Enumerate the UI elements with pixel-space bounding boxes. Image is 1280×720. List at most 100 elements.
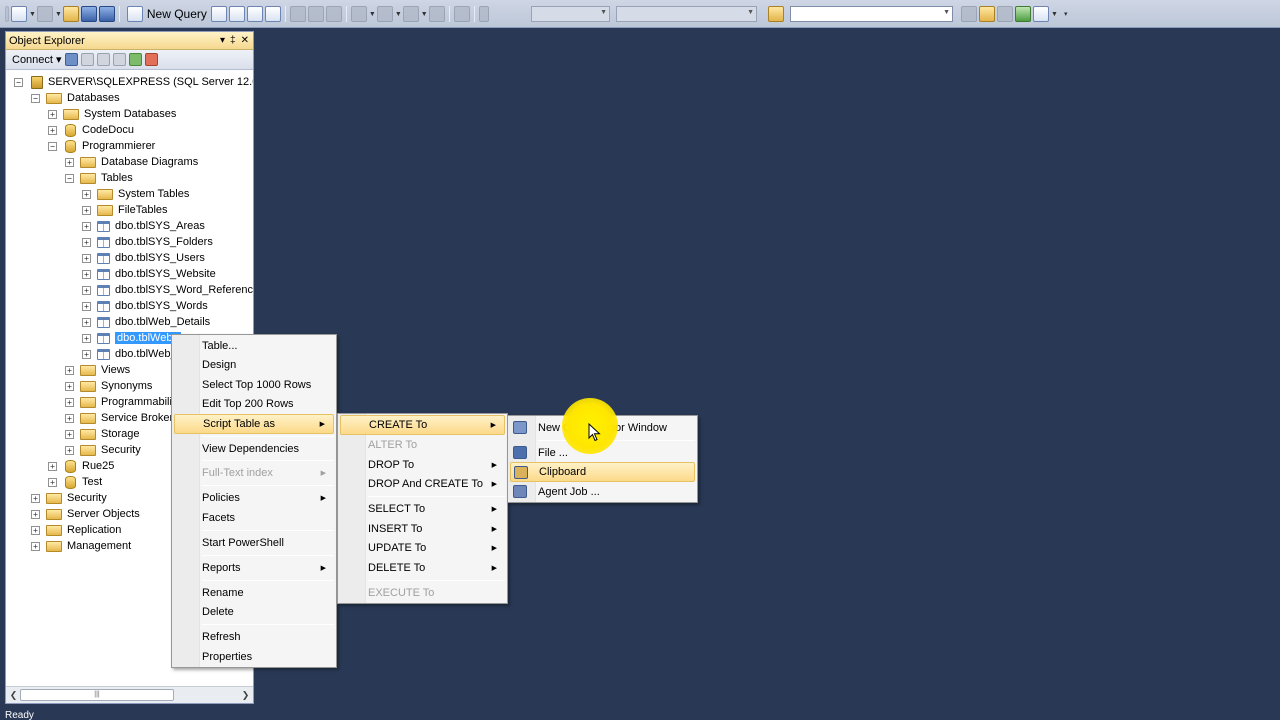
disconnect-icon[interactable]: [80, 53, 94, 66]
tree-node[interactable]: + System Databases: [48, 106, 176, 122]
script-submenu-item[interactable]: CREATE To ▶: [340, 415, 505, 435]
context-menu-item[interactable]: Start PowerShell: [174, 533, 334, 553]
context-menu-item[interactable]: Script Table as ▶: [174, 414, 334, 434]
filter-icon[interactable]: [112, 53, 126, 66]
context-menu-item[interactable]: Edit Top 200 Rows: [174, 394, 334, 414]
tree-node[interactable]: − SERVER\SQLEXPRESS (SQL Server 12.0.5203…: [14, 74, 253, 90]
dropdown-arrow-icon[interactable]: ▼: [369, 11, 376, 18]
registered-servers-icon[interactable]: [1015, 6, 1031, 22]
paste-icon[interactable]: [325, 6, 342, 22]
expand-icon[interactable]: +: [31, 541, 40, 551]
toolbar-overflow-icon[interactable]: ▾: [1064, 10, 1068, 18]
tree-node[interactable]: + CodeDocu: [48, 122, 134, 138]
find-combo-input[interactable]: ▼: [790, 6, 953, 22]
tree-node[interactable]: + Server Objects: [31, 506, 140, 522]
context-menu-item[interactable]: Delete: [174, 602, 334, 622]
mdx-query-icon[interactable]: [246, 6, 263, 22]
solution-platform-dropdown[interactable]: ▼: [616, 6, 757, 22]
script-submenu-item[interactable]: DROP To ▶: [340, 455, 505, 475]
solution-explorer-icon[interactable]: [961, 6, 977, 22]
tree-node[interactable]: + dbo.tblWeb_Details: [82, 314, 210, 330]
script-submenu-item[interactable]: UPDATE To ▶: [340, 538, 505, 558]
context-menu-item[interactable]: Rename: [174, 583, 334, 603]
context-menu-item[interactable]: Select Top 1000 Rows: [174, 375, 334, 395]
expand-icon[interactable]: +: [82, 269, 91, 279]
auto-hide-pin-icon[interactable]: ‡: [230, 35, 236, 46]
tree-node[interactable]: + dbo.tblSYS_Areas: [82, 218, 205, 234]
tree-node[interactable]: + Management: [31, 538, 131, 554]
tree-node[interactable]: + dbo.tblWeb_: [82, 330, 181, 346]
stop-icon[interactable]: [96, 53, 110, 66]
toolbox-icon[interactable]: [997, 6, 1013, 22]
screen-icon[interactable]: [453, 6, 470, 22]
tree-node[interactable]: + Test: [48, 474, 102, 490]
expand-icon[interactable]: +: [82, 333, 91, 343]
scroll-left-icon[interactable]: ❮: [7, 689, 20, 702]
add-item-icon[interactable]: [36, 6, 53, 22]
expand-icon[interactable]: +: [82, 253, 91, 263]
expand-icon[interactable]: +: [31, 509, 40, 519]
expand-icon[interactable]: +: [82, 237, 91, 247]
context-menu-item[interactable]: Design: [174, 355, 334, 375]
database-engine-query-icon[interactable]: [210, 6, 227, 22]
tree-node[interactable]: + Synonyms: [65, 378, 152, 394]
expand-icon[interactable]: +: [65, 157, 74, 167]
tree-node[interactable]: + Rue25: [48, 458, 114, 474]
new-query-button[interactable]: New Query: [123, 6, 210, 22]
navigate-forward-icon[interactable]: [428, 6, 445, 22]
tree-node[interactable]: + System Tables: [82, 186, 189, 202]
expand-icon[interactable]: +: [82, 205, 91, 215]
connect-button[interactable]: Connect ▾: [12, 53, 62, 66]
properties-window-icon[interactable]: [979, 6, 995, 22]
solution-config-dropdown[interactable]: ▼: [531, 6, 610, 22]
tree-node[interactable]: − Tables: [65, 170, 133, 186]
expand-icon[interactable]: +: [48, 461, 57, 471]
expand-icon[interactable]: +: [65, 429, 74, 439]
dropdown-arrow-icon[interactable]: ▼: [1051, 11, 1058, 18]
copy-icon[interactable]: [307, 6, 324, 22]
context-menu-item[interactable]: Facets: [174, 508, 334, 528]
new-project-icon[interactable]: [11, 6, 27, 22]
expand-icon[interactable]: +: [82, 317, 91, 327]
script-submenu-item[interactable]: DROP And CREATE To ▶: [340, 474, 505, 494]
context-menu-item[interactable]: Refresh: [174, 627, 334, 647]
tree-node[interactable]: + dbo.tblSYS_Word_References: [82, 282, 253, 298]
tree-node[interactable]: + Views: [65, 362, 130, 378]
xmla-query-icon[interactable]: [264, 6, 281, 22]
dropdown-arrow-icon[interactable]: ▼: [395, 11, 402, 18]
expand-icon[interactable]: +: [65, 445, 74, 455]
context-menu-item[interactable]: Properties: [174, 647, 334, 667]
script-submenu-item[interactable]: SELECT To ▶: [340, 499, 505, 519]
tree-node[interactable]: + dbo.tblSYS_Users: [82, 250, 205, 266]
scrollbar-thumb[interactable]: |||: [20, 689, 174, 701]
expand-icon[interactable]: +: [48, 109, 57, 119]
tree-node[interactable]: + Programmabilit: [65, 394, 175, 410]
tree-node[interactable]: + dbo.tblSYS_Folders: [82, 234, 213, 250]
expand-icon[interactable]: +: [65, 381, 74, 391]
context-menu-item[interactable]: Policies ▶: [174, 488, 334, 508]
tree-node[interactable]: + dbo.tblWeb_: [82, 346, 177, 362]
expand-icon[interactable]: +: [82, 189, 91, 199]
undo-icon[interactable]: [350, 6, 367, 22]
script-submenu-item[interactable]: INSERT To ▶: [340, 519, 505, 539]
template-explorer-icon[interactable]: [1033, 6, 1049, 22]
context-menu-item[interactable]: View Dependencies: [174, 439, 334, 459]
expand-icon[interactable]: +: [82, 285, 91, 295]
create-submenu-item[interactable]: Clipboard: [510, 462, 695, 482]
horizontal-scrollbar[interactable]: ❮ ||| ❯: [6, 686, 253, 703]
tree-node[interactable]: + Storage: [65, 426, 140, 442]
tree-node[interactable]: + Service Broker: [65, 410, 173, 426]
find-in-files-icon[interactable]: [768, 6, 784, 22]
collapse-icon[interactable]: −: [14, 77, 23, 87]
tree-node[interactable]: + Database Diagrams: [65, 154, 198, 170]
scroll-right-icon[interactable]: ❯: [239, 689, 252, 702]
window-position-icon[interactable]: ▾: [220, 35, 225, 46]
save-icon[interactable]: [80, 6, 97, 22]
tree-node[interactable]: + dbo.tblSYS_Website: [82, 266, 216, 282]
navigate-backward-icon[interactable]: [402, 6, 419, 22]
tree-node[interactable]: + dbo.tblSYS_Words: [82, 298, 208, 314]
collapse-icon[interactable]: −: [31, 93, 40, 103]
expand-icon[interactable]: +: [31, 525, 40, 535]
tree-node[interactable]: + Security: [65, 442, 141, 458]
context-menu-item[interactable]: Table...: [174, 336, 334, 356]
